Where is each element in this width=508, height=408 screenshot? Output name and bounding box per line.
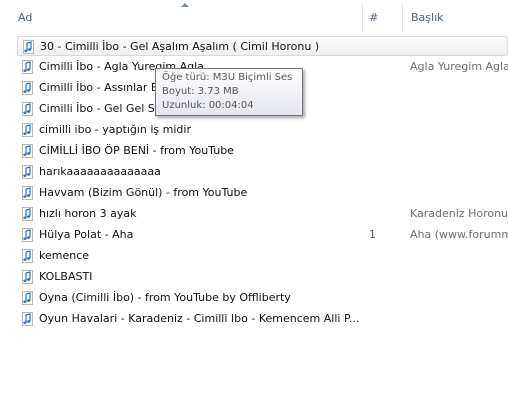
- file-name: Cimilli İbo - Gel Gel Sib: [39, 102, 165, 115]
- audio-file-icon: [22, 60, 33, 74]
- audio-file-icon: [22, 228, 33, 242]
- file-name: Hülya Polat - Aha: [39, 228, 134, 241]
- file-row[interactable]: Oyna (Cimilli İbo) - from YouTube by Off…: [17, 288, 508, 308]
- file-name: 30 - Cimilli İbo - Gel Aşalım Aşalım ( C…: [40, 40, 320, 53]
- file-name: KOLBASTI: [39, 270, 93, 283]
- column-name-header[interactable]: Ad: [18, 11, 32, 25]
- file-row[interactable]: CİMİLLİ İBO ÖP BENİ - from YouTube: [17, 141, 508, 161]
- file-name: Havvam (Bizim Gönül) - from YouTube: [39, 186, 248, 199]
- track-title: Agla Yuregim Agla: [410, 60, 508, 73]
- audio-file-icon: [22, 312, 33, 326]
- file-name: Oyun Havalari - Karadeniz - Cimilli Ibo …: [39, 312, 360, 325]
- file-row[interactable]: Havvam (Bizim Gönül) - from YouTube: [17, 183, 508, 203]
- file-name: kemence: [39, 249, 90, 262]
- audio-file-icon: [22, 207, 33, 221]
- file-row[interactable]: cimilli ibo - yaptığın iş midir: [17, 120, 508, 140]
- file-row[interactable]: Hülya Polat - Aha 1 Aha (www.forumm: [17, 225, 508, 245]
- audio-file-icon: [22, 249, 33, 263]
- file-row[interactable]: hızlı horon 3 ayak Karadeniz Horonu: [17, 204, 508, 224]
- file-info-tooltip: Öğe türü: M3U Biçimli Ses Boyut: 3.73 MB…: [155, 68, 303, 116]
- column-divider[interactable]: [362, 4, 363, 32]
- file-name: harıkaaaaaaaaaaaaaa: [39, 165, 161, 178]
- track-number: 1: [369, 228, 376, 241]
- audio-file-icon: [23, 40, 34, 54]
- column-title-header[interactable]: Başlık: [411, 11, 444, 25]
- audio-file-icon: [22, 123, 33, 137]
- file-name: hızlı horon 3 ayak: [39, 207, 137, 220]
- audio-file-icon: [22, 291, 33, 305]
- file-row[interactable]: Oyun Havalari - Karadeniz - Cimilli Ibo …: [17, 309, 508, 329]
- file-name: Cimilli İbo - Assınlar B: [39, 81, 159, 94]
- file-name: Oyna (Cimilli İbo) - from YouTube by Off…: [39, 291, 291, 304]
- track-title: Karadeniz Horonu: [410, 207, 508, 220]
- audio-file-icon: [22, 165, 33, 179]
- file-row[interactable]: kemence: [17, 246, 508, 266]
- column-number-header[interactable]: #: [369, 11, 378, 25]
- file-row[interactable]: KOLBASTI: [17, 267, 508, 287]
- audio-file-icon: [22, 144, 33, 158]
- file-name: cimilli ibo - yaptığın iş midir: [39, 123, 191, 136]
- file-row[interactable]: 30 - Cimilli İbo - Gel Aşalım Aşalım ( C…: [17, 36, 508, 56]
- sort-ascending-icon: [181, 3, 189, 7]
- audio-file-icon: [22, 102, 33, 116]
- track-title: Aha (www.forumm: [410, 228, 508, 241]
- audio-file-icon: [22, 81, 33, 95]
- tooltip-length: Uzunluk: 00:04:04: [162, 100, 254, 111]
- file-row[interactable]: harıkaaaaaaaaaaaaaa: [17, 162, 508, 182]
- file-name: CİMİLLİ İBO ÖP BENİ - from YouTube: [39, 144, 234, 157]
- tooltip-size: Boyut: 3.73 MB: [162, 86, 239, 97]
- tooltip-type: Öğe türü: M3U Biçimli Ses: [162, 72, 293, 83]
- audio-file-icon: [22, 186, 33, 200]
- column-header: Ad # Başlık: [0, 0, 508, 34]
- audio-file-icon: [22, 270, 33, 284]
- column-divider[interactable]: [402, 4, 403, 32]
